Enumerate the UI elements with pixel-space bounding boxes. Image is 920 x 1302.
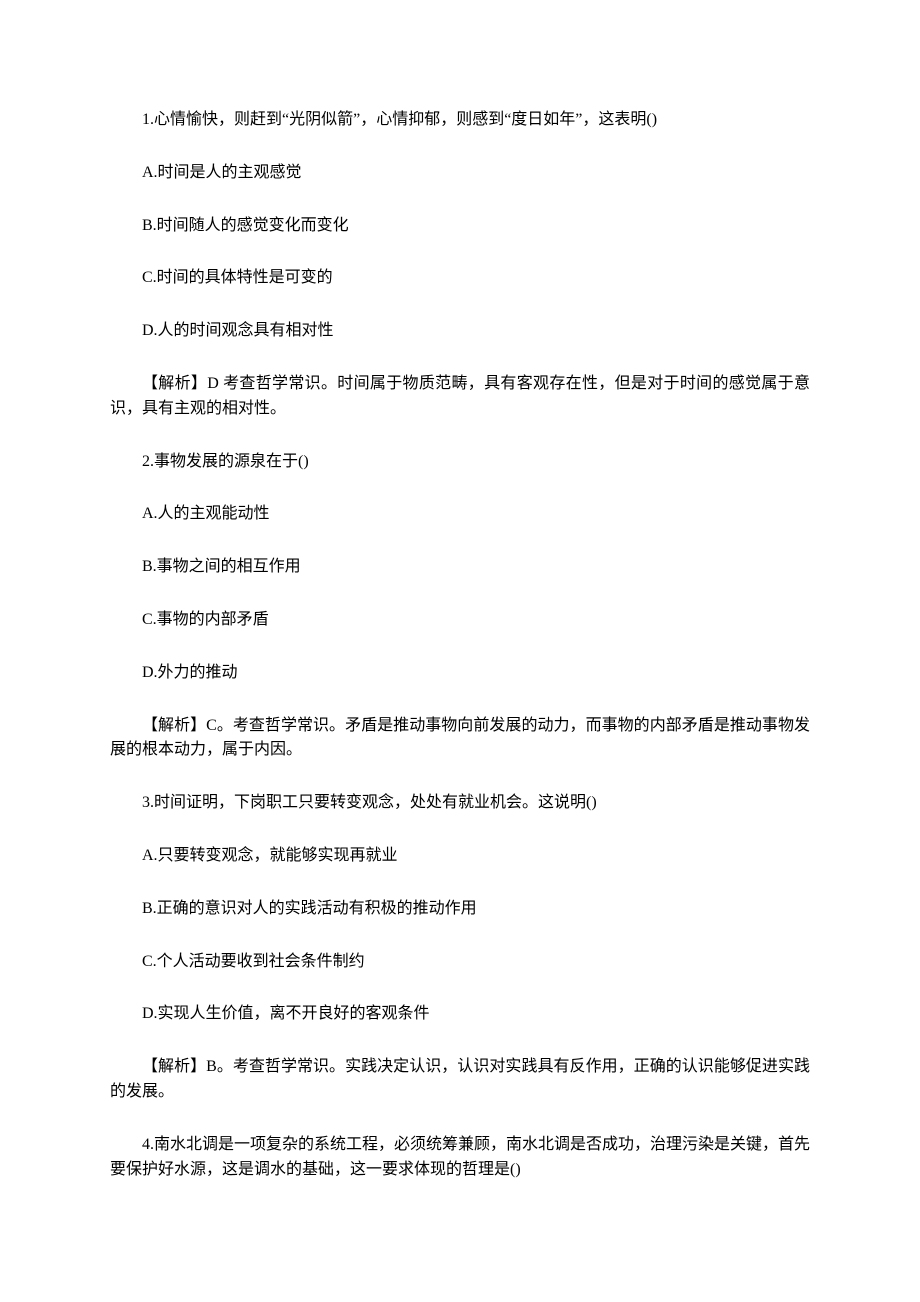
q3-option-b: B.正确的意识对人的实践活动有积极的推动作用	[110, 897, 810, 922]
q3-stem: 3.时间证明，下岗职工只要转变观念，处处有就业机会。这说明()	[110, 791, 810, 816]
q3-option-a: A.只要转变观念，就能够实现再就业	[110, 844, 810, 869]
q2-option-c: C.事物的内部矛盾	[110, 608, 810, 633]
page: 1.心情愉快，则赶到“光阴似箭”，心情抑郁，则感到“度日如年”，这表明() A.…	[0, 0, 920, 1302]
q1-option-d: D.人的时间观念具有相对性	[110, 319, 810, 344]
q2-stem: 2.事物发展的源泉在于()	[110, 450, 810, 475]
q4-stem: 4.南水北调是一项复杂的系统工程，必须统筹兼顾，南水北调是否成功，治理污染是关键…	[110, 1133, 810, 1183]
q2-analysis: 【解析】C。考查哲学常识。矛盾是推动事物向前发展的动力，而事物的内部矛盾是推动事…	[110, 714, 810, 764]
q3-option-d: D.实现人生价值，离不开良好的客观条件	[110, 1002, 810, 1027]
q1-analysis: 【解析】D 考查哲学常识。时间属于物质范畴，具有客观存在性，但是对于时间的感觉属…	[110, 372, 810, 422]
q1-option-b: B.时间随人的感觉变化而变化	[110, 214, 810, 239]
q1-option-c: C.时间的具体特性是可变的	[110, 266, 810, 291]
q2-option-d: D.外力的推动	[110, 661, 810, 686]
q1-stem: 1.心情愉快，则赶到“光阴似箭”，心情抑郁，则感到“度日如年”，这表明()	[110, 108, 810, 133]
q1-option-a: A.时间是人的主观感觉	[110, 161, 810, 186]
q3-option-c: C.个人活动要收到社会条件制约	[110, 950, 810, 975]
q3-analysis: 【解析】B。考查哲学常识。实践决定认识，认识对实践具有反作用，正确的认识能够促进…	[110, 1055, 810, 1105]
q2-option-b: B.事物之间的相互作用	[110, 555, 810, 580]
q2-option-a: A.人的主观能动性	[110, 502, 810, 527]
